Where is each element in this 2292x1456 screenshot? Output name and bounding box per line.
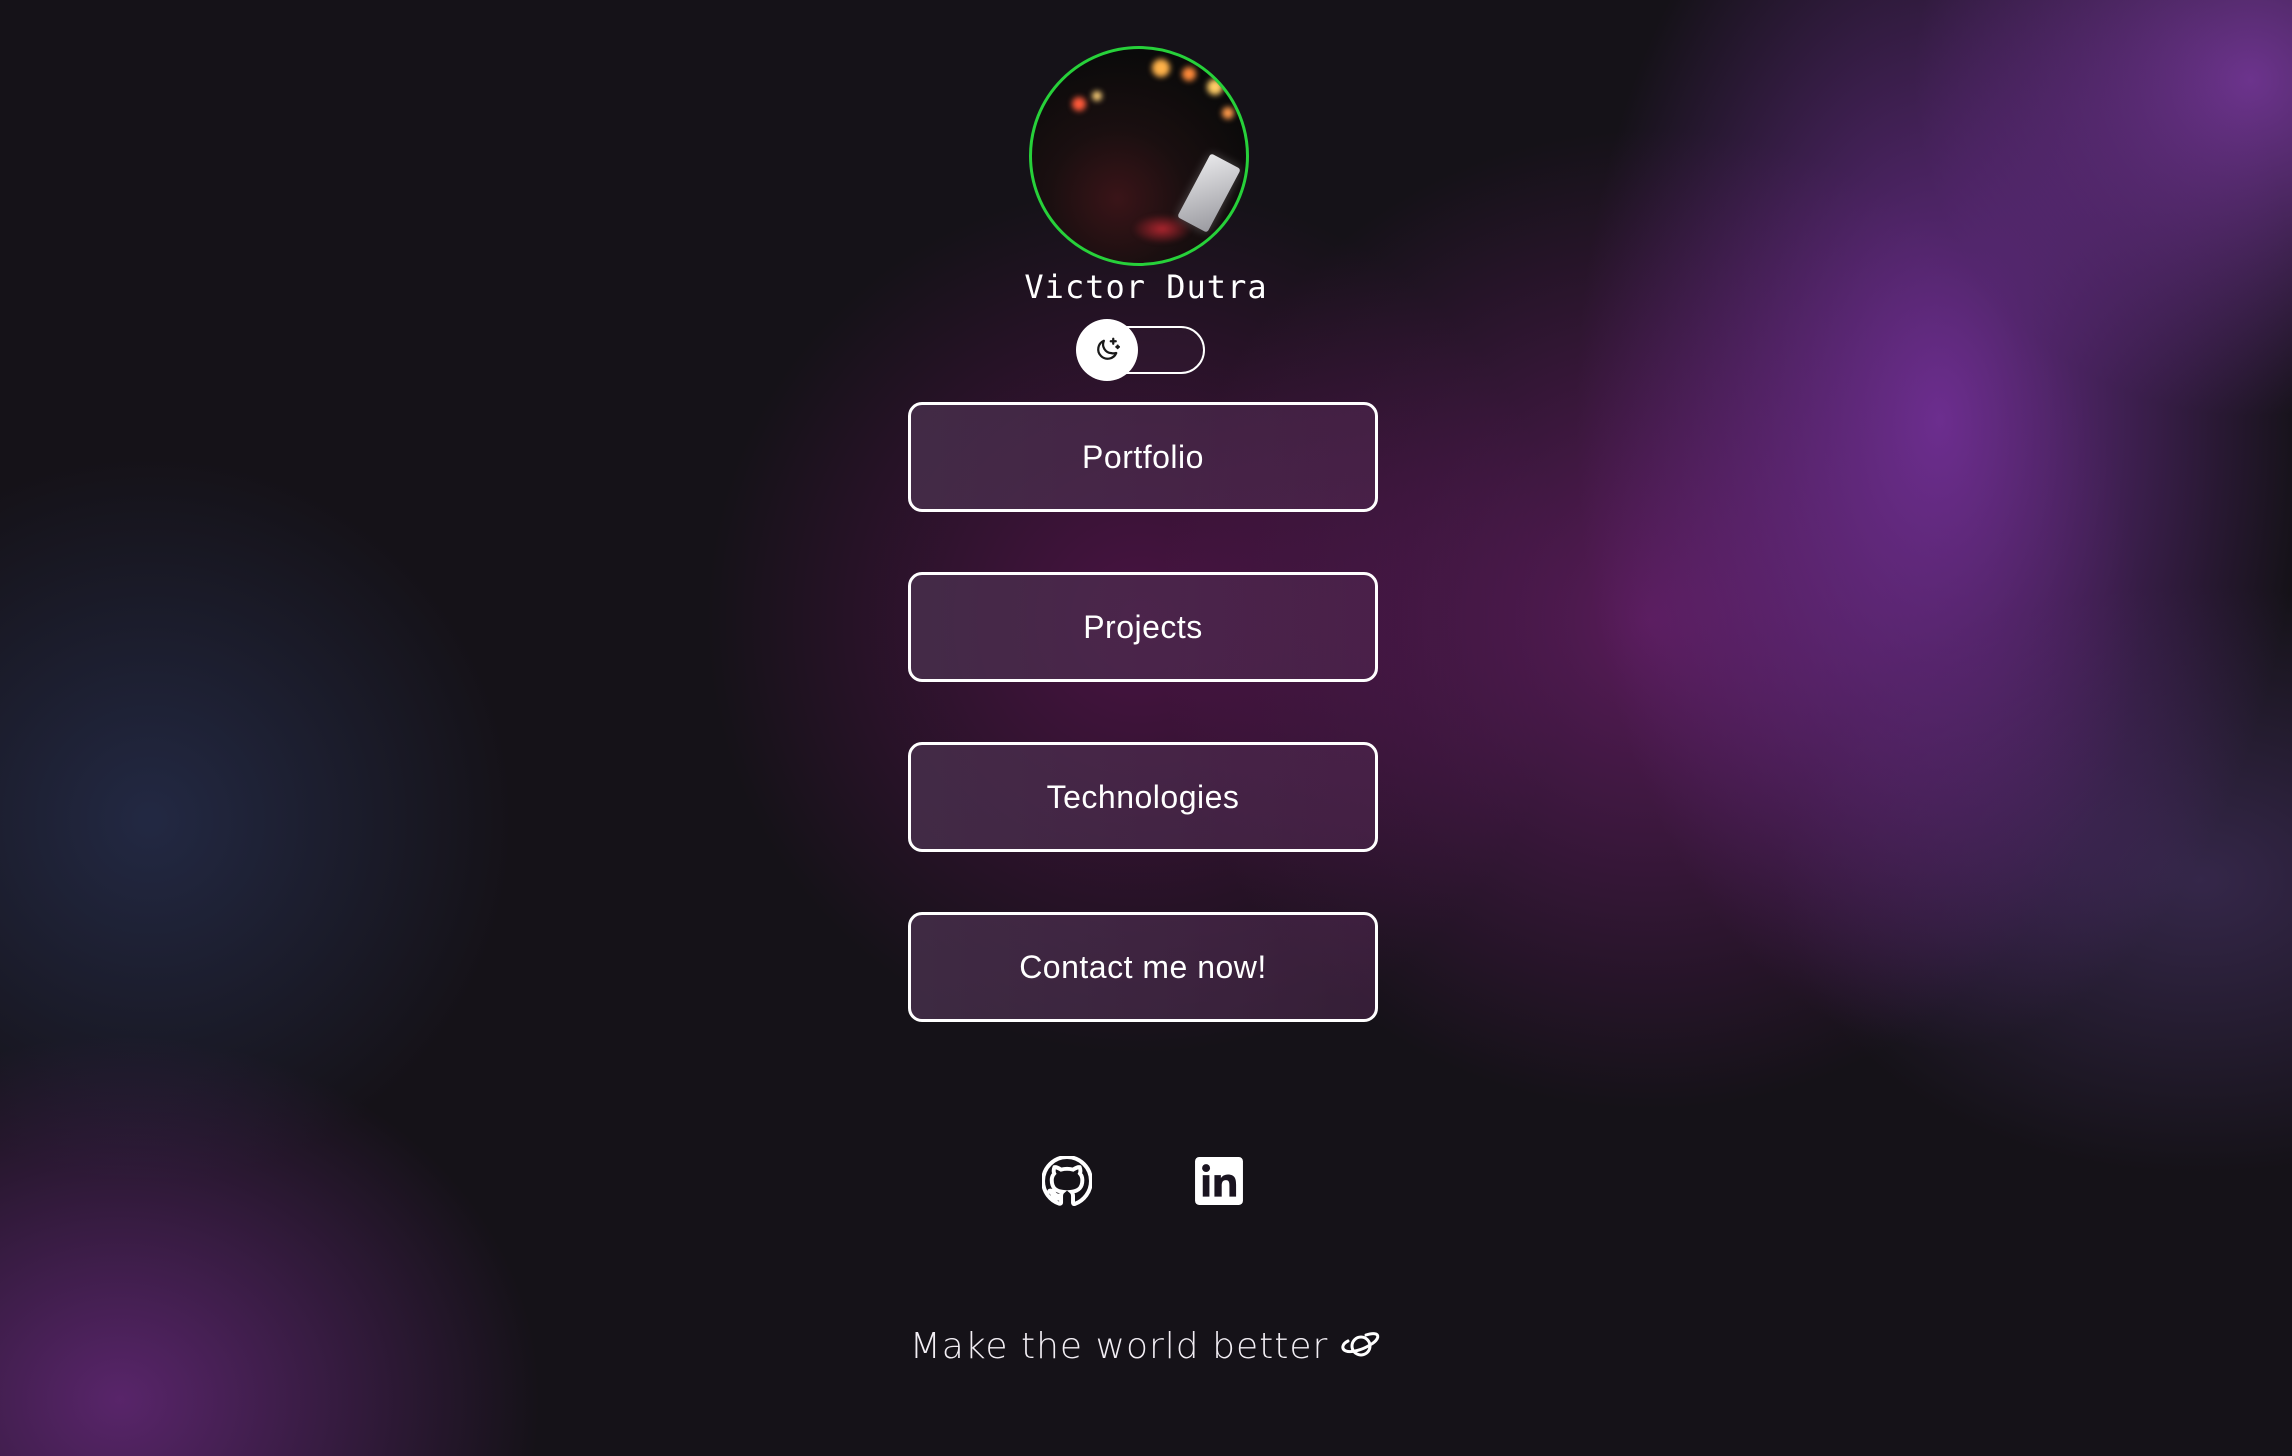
technologies-button[interactable]: Technologies: [908, 742, 1378, 852]
profile-name: Victor Dutra: [1024, 268, 1268, 306]
avatar-bokeh: [1092, 91, 1102, 101]
portfolio-button[interactable]: Portfolio: [908, 402, 1378, 512]
avatar-bokeh: [1222, 107, 1234, 119]
github-icon[interactable]: [1041, 1155, 1093, 1207]
avatar-bokeh: [1182, 67, 1196, 81]
contact-button[interactable]: Contact me now!: [908, 912, 1378, 1022]
footer-tagline-row: Make the world better: [0, 1320, 2292, 1372]
theme-toggle[interactable]: [1076, 319, 1205, 381]
footer-tagline: Make the world better: [909, 1325, 1329, 1367]
avatar-laptop-screen: [1177, 153, 1241, 233]
projects-button[interactable]: Projects: [908, 572, 1378, 682]
moon-stars-icon: [1076, 319, 1138, 381]
avatar-bokeh: [1207, 79, 1223, 95]
planet-icon: [1340, 1329, 1382, 1363]
avatar-bokeh: [1152, 59, 1170, 77]
profile-avatar: [1029, 46, 1249, 266]
avatar-bokeh: [1072, 97, 1086, 111]
linkedin-icon[interactable]: [1194, 1156, 1244, 1206]
